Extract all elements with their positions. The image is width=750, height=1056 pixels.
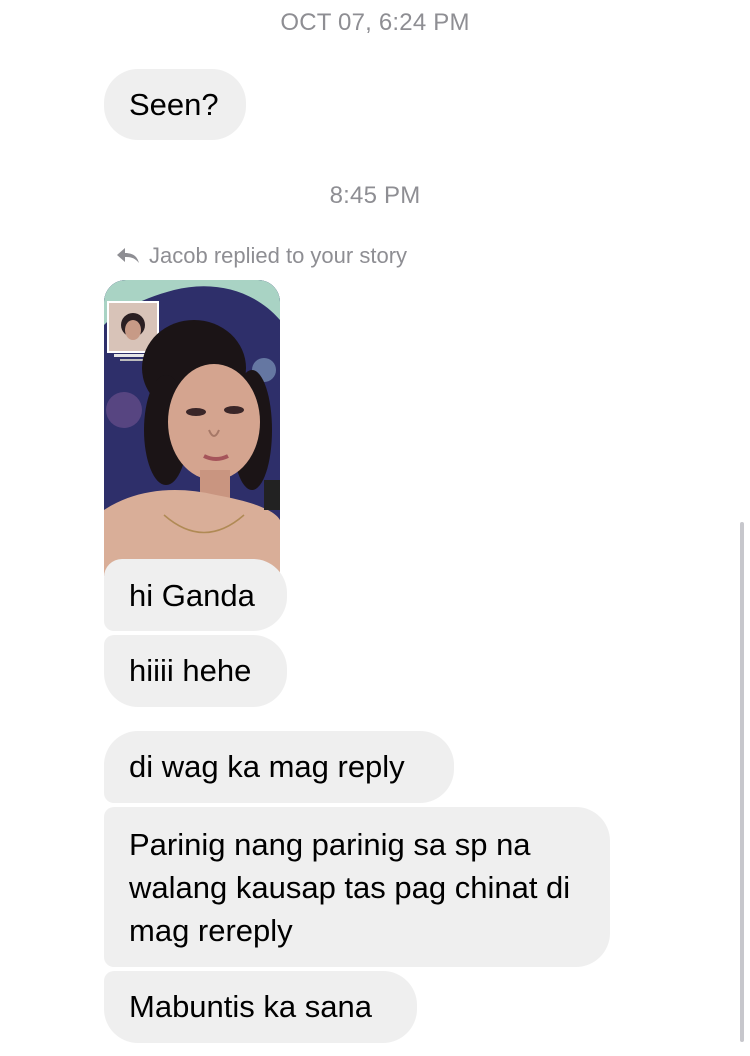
message-bubble[interactable]: Mabuntis ka sana — [104, 971, 417, 1043]
message-bubble[interactable]: hiiii hehe — [104, 635, 287, 707]
message-text: Mabuntis ka sana — [129, 989, 372, 1024]
message-text: hiiii hehe — [129, 653, 252, 688]
message-text: Seen? — [129, 87, 219, 122]
message-text: hi Ganda — [129, 578, 255, 613]
message-text: Parinig nang parinig sa sp na walang kau… — [129, 827, 571, 948]
story-thumbnail[interactable] — [104, 280, 280, 576]
timestamp: 8:45 PM — [329, 182, 421, 209]
story-image — [104, 280, 280, 576]
scrollbar[interactable] — [740, 522, 744, 1042]
timestamp: OCT 07, 6:24 PM — [280, 9, 470, 36]
message-text: di wag ka mag reply — [129, 749, 405, 784]
reply-note-text: Jacob replied to your story — [149, 243, 408, 268]
story-reply-note: Jacob replied to your story — [116, 243, 407, 269]
message-bubble[interactable]: hi Ganda — [104, 559, 287, 631]
reply-arrow-icon — [117, 248, 139, 263]
message-bubble[interactable]: Seen? — [104, 69, 246, 140]
message-bubble[interactable]: di wag ka mag reply — [104, 731, 454, 803]
message-bubble[interactable]: Parinig nang parinig sa sp na walang kau… — [104, 807, 610, 967]
